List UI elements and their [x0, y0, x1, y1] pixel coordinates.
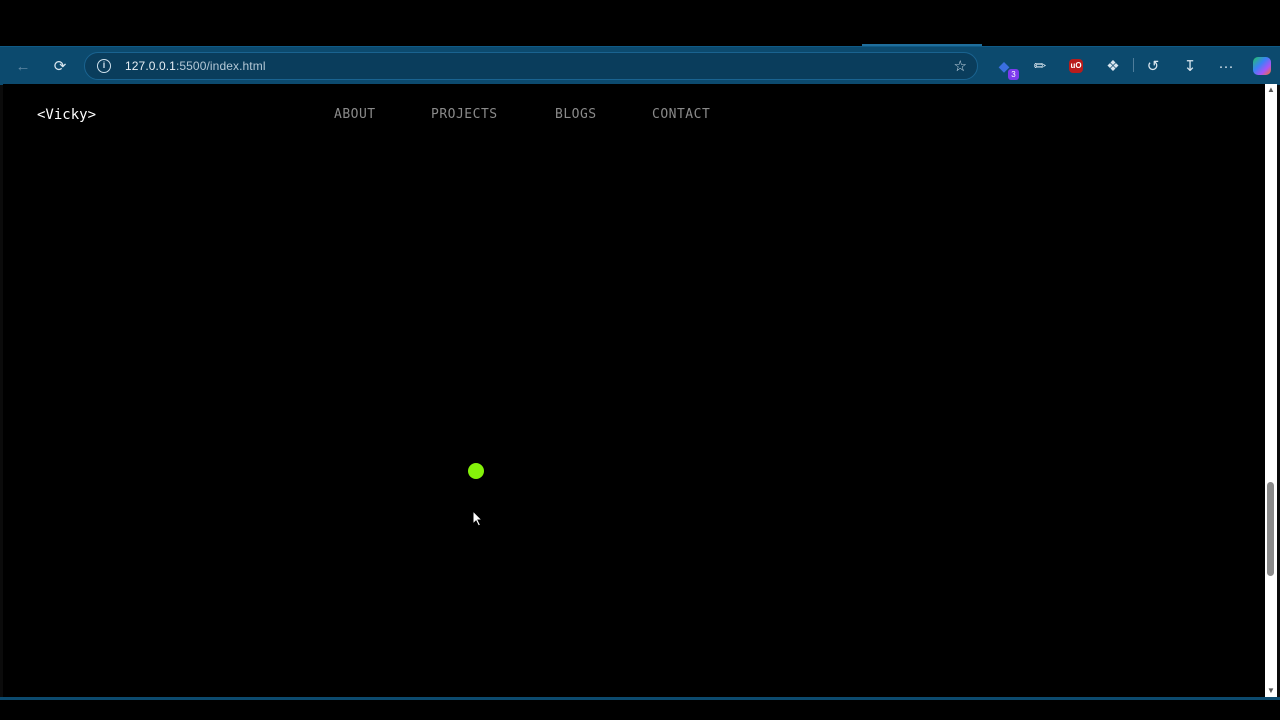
nav-contact[interactable]: CONTACT — [652, 107, 710, 122]
cursor-follower-dot — [468, 463, 484, 479]
url-path: :5500/index.html — [175, 59, 266, 73]
scroll-down-arrow-icon[interactable]: ▼ — [1265, 685, 1277, 697]
extension-badge: 3 — [1008, 69, 1019, 80]
address-url[interactable]: 127.0.0.1:5500/index.html — [125, 59, 266, 73]
browser-toolbar: ← ⟳ i 127.0.0.1:5500/index.html ☆ ◆ 3 ✏ … — [0, 46, 1280, 85]
page-viewport: <Vicky> ABOUT PROJECTS BLOGS CONTACT — [3, 84, 1265, 697]
reload-icon[interactable]: ⟳ — [49, 55, 71, 77]
scroll-up-arrow-icon[interactable]: ▲ — [1265, 84, 1277, 96]
eyedropper-icon[interactable]: ✏ — [1029, 55, 1051, 77]
back-arrow-icon[interactable]: ← — [12, 55, 34, 77]
toolbar-separator — [1133, 58, 1134, 72]
scroll-thumb[interactable] — [1267, 482, 1274, 576]
nav-projects[interactable]: PROJECTS — [431, 107, 498, 122]
ublock-icon[interactable]: uO — [1065, 55, 1087, 77]
star-icon[interactable]: ☆ — [954, 57, 967, 75]
nav-about[interactable]: ABOUT — [334, 107, 376, 122]
ublock-label: uO — [1069, 59, 1083, 73]
extension-cube-icon[interactable]: ◆ 3 — [993, 55, 1019, 80]
window-bottom-strip — [0, 700, 1280, 720]
nav-blogs[interactable]: BLOGS — [555, 107, 597, 122]
copilot-icon[interactable] — [1251, 55, 1273, 77]
more-icon[interactable]: ··· — [1215, 55, 1237, 77]
info-icon[interactable]: i — [97, 59, 111, 73]
download-icon[interactable]: ↧ — [1179, 55, 1201, 77]
window-top-strip — [0, 0, 1280, 46]
mouse-pointer-icon — [472, 510, 484, 527]
url-host: 127.0.0.1 — [125, 59, 176, 73]
puzzle-icon[interactable]: ❖ — [1102, 55, 1124, 77]
site-logo[interactable]: <Vicky> — [37, 107, 96, 123]
page-scrollbar[interactable]: ▲ ▼ — [1265, 84, 1277, 697]
history-icon[interactable]: ↺ — [1142, 55, 1164, 77]
address-bar[interactable]: i 127.0.0.1:5500/index.html ☆ — [84, 52, 978, 80]
